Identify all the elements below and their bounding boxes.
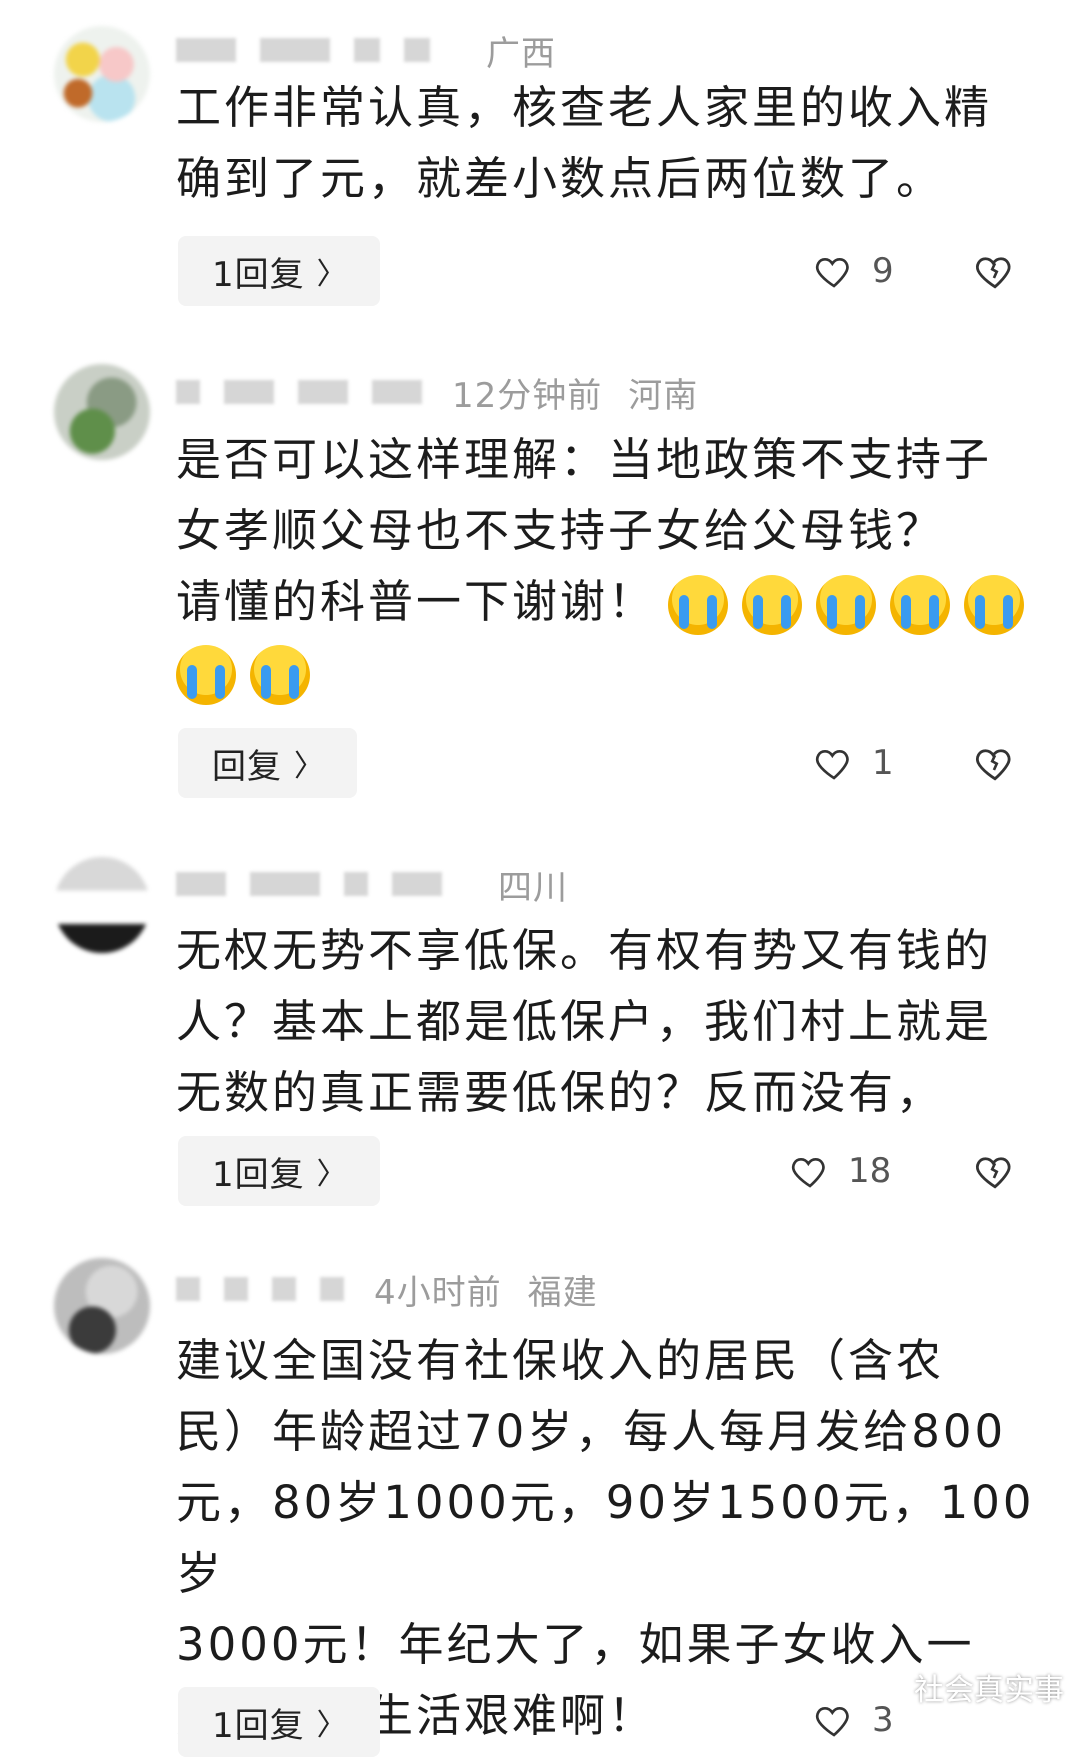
comment-text-line: 元，80岁1000元，90岁1500元，100岁 xyxy=(176,1476,1035,1600)
broken-heart-icon[interactable] xyxy=(974,1150,1016,1192)
comment-text-line: 是否可以这样理解：当地政策不支持子 xyxy=(176,433,993,486)
chevron-right-icon: 〉 xyxy=(316,1157,348,1192)
like-button[interactable]: 1 xyxy=(814,743,922,783)
comment-meta: 12分钟前 河南 xyxy=(176,370,699,416)
loudly-crying-face-emoji xyxy=(250,645,310,705)
like-button[interactable]: 18 xyxy=(790,1151,898,1191)
loudly-crying-face-emoji xyxy=(816,575,876,635)
comment-location: 福建 xyxy=(527,1272,598,1313)
loudly-crying-face-emoji xyxy=(742,575,802,635)
like-button[interactable]: 3 xyxy=(814,1700,922,1740)
like-count: 9 xyxy=(872,251,894,291)
loudly-crying-face-emoji xyxy=(668,575,728,635)
reply-label: 1回复 xyxy=(212,1154,305,1195)
comment-text-line: 无数的真正需要低保的？反而没有， xyxy=(176,1066,945,1119)
comment-text-line: 建议全国没有社保收入的居民（含农 xyxy=(176,1334,945,1387)
username-blurred[interactable] xyxy=(176,872,442,896)
loudly-crying-face-emoji xyxy=(176,645,236,705)
emoji-group xyxy=(176,645,1056,715)
comment-meta: 广西 xyxy=(176,28,556,74)
watermark: 社会真实事 xyxy=(914,1673,1064,1708)
comment-text-line: 民）年龄超过70岁，每人每月发给800 xyxy=(176,1405,1007,1458)
comment-text-line: 无权无势不享低保。有权有势又有钱的 xyxy=(176,924,993,977)
reply-button[interactable]: 1回复 〉 xyxy=(178,1136,380,1206)
chevron-right-icon: 〉 xyxy=(294,749,325,784)
reply-label: 回复 xyxy=(212,746,282,787)
comment-meta: 四川 xyxy=(176,862,568,908)
avatar[interactable] xyxy=(54,364,150,460)
comment-text-line: 3000元！年纪大了，如果子女收入一 xyxy=(176,1618,975,1671)
comment-text-line: 人？基本上都是低保户，我们村上就是 xyxy=(176,995,993,1048)
loudly-crying-face-emoji xyxy=(964,575,1024,635)
reply-button[interactable]: 回复 〉 xyxy=(178,728,357,798)
loudly-crying-face-emoji xyxy=(890,575,950,635)
reply-label: 1回复 xyxy=(212,254,305,295)
chevron-right-icon: 〉 xyxy=(316,1708,348,1743)
broken-heart-icon[interactable] xyxy=(974,742,1016,784)
emoji-group xyxy=(668,575,1048,645)
comment-text-line: 女孝顺父母也不支持子女给父母钱？ xyxy=(176,504,945,557)
comment-time: 12分钟前 xyxy=(452,375,603,416)
reply-label: 1回复 xyxy=(212,1705,305,1746)
avatar[interactable] xyxy=(54,1258,150,1354)
reply-button[interactable]: 1回复 〉 xyxy=(178,236,380,306)
username-blurred[interactable] xyxy=(176,38,430,62)
comment-text-line: 工作非常认真，核查老人家里的收入精 xyxy=(176,81,993,134)
comment-meta: 4小时前 福建 xyxy=(176,1267,598,1313)
like-button[interactable]: 9 xyxy=(814,251,922,291)
comment-location: 四川 xyxy=(498,867,568,908)
like-count: 1 xyxy=(872,743,894,783)
heart-outline-icon xyxy=(815,749,849,780)
heart-outline-icon xyxy=(791,1157,825,1188)
comment-text: 工作非常认真，核查老人家里的收入精 确到了元，就差小数点后两位数了。 xyxy=(176,72,1036,214)
username-blurred[interactable] xyxy=(176,380,422,404)
comment-time: 4小时前 xyxy=(374,1272,502,1313)
broken-heart-icon[interactable] xyxy=(974,250,1016,292)
heart-outline-icon xyxy=(815,1706,849,1737)
comment-location: 广西 xyxy=(486,33,556,74)
reply-button[interactable]: 1回复 〉 xyxy=(178,1687,380,1757)
username-blurred[interactable] xyxy=(176,1277,344,1301)
chevron-right-icon: 〉 xyxy=(316,257,348,292)
like-count: 18 xyxy=(848,1151,892,1191)
heart-outline-icon xyxy=(815,257,849,288)
avatar[interactable] xyxy=(54,857,150,953)
comment-text-line: 确到了元，就差小数点后两位数了。 xyxy=(176,152,945,205)
avatar[interactable] xyxy=(54,26,150,122)
comment-location: 河南 xyxy=(628,375,699,416)
comment-text: 无权无势不享低保。有权有势又有钱的 人？基本上都是低保户，我们村上就是 无数的真… xyxy=(176,915,1036,1128)
